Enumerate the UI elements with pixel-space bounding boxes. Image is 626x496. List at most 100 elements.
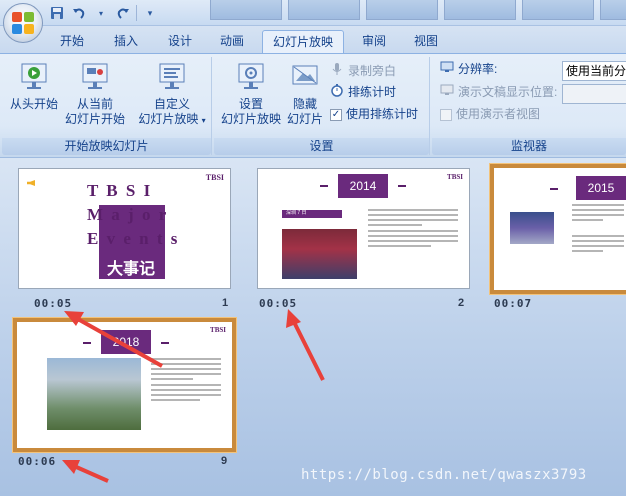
monitor-icon	[440, 60, 454, 80]
slide-9-body-text	[151, 358, 221, 404]
window-tab[interactable]	[600, 0, 626, 20]
slideshow-from-start-icon	[19, 61, 49, 91]
hide-slide-icon	[290, 61, 320, 91]
setup-slideshow-label-2: 幻灯片放映	[220, 112, 281, 126]
dropdown-arrow-icon: ▾	[201, 116, 206, 125]
resolution-select[interactable]: 使用当前分	[562, 61, 626, 81]
tab-view[interactable]: 视图	[404, 30, 448, 53]
show-on-row: 演示文稿显示位置:	[440, 83, 557, 102]
rehearse-timings-label: 排练计时	[348, 85, 397, 99]
group-monitors-label: 监视器	[432, 138, 626, 155]
group-start-slideshow-label: 开始放映幻灯片	[2, 138, 211, 155]
resolution-row: 分辨率:	[440, 60, 497, 79]
slide-3-year: 2015	[587, 181, 615, 195]
slide-thumbnail-9[interactable]: 2018 TBSI	[13, 318, 236, 452]
slide-thumbnail-2[interactable]: 2014 TBSI 深圳 7 日	[257, 168, 470, 289]
tab-insert[interactable]: 插入	[104, 30, 148, 53]
custom-slideshow-button[interactable]: 自定义 幻灯片放映 ▾	[134, 61, 210, 128]
group-monitors: 分辨率: 使用当前分 演示文稿显示位置: 使用演示者视图 监视器	[432, 57, 626, 155]
window-tab[interactable]	[366, 0, 438, 20]
window-tab[interactable]	[288, 0, 360, 20]
from-current-label-2: 幻灯片开始	[64, 112, 125, 126]
microphone-icon	[330, 62, 344, 82]
slide-1-title-line-2: M a j o r	[87, 205, 169, 224]
hide-slide-label-1: 隐藏	[292, 97, 317, 111]
qat-divider	[136, 5, 137, 21]
tbsi-logo: TBSI	[205, 173, 224, 182]
year-dash-left	[550, 188, 558, 190]
office-logo-icon	[12, 12, 34, 34]
resolution-label: 分辨率:	[458, 62, 498, 76]
year-dash-left	[320, 185, 328, 187]
undo-icon[interactable]	[70, 4, 88, 22]
slide-2-timing: 00:05	[259, 297, 298, 310]
record-narration-button[interactable]: 录制旁白	[330, 62, 396, 81]
slide-1-title-line-3: E v e n t s	[87, 229, 180, 248]
custom-slideshow-icon	[157, 61, 187, 91]
slide-9-timing: 00:06	[18, 455, 57, 468]
tbsi-logo: TBSI	[447, 173, 463, 181]
tab-design[interactable]: 设计	[158, 30, 202, 53]
slide-3-body-text	[572, 204, 624, 255]
slide-2-number: 2	[458, 297, 465, 309]
record-narration-label: 录制旁白	[348, 64, 397, 78]
monitor-disabled-icon	[440, 83, 454, 103]
from-current-label-1: 从当前	[76, 97, 113, 111]
slide-1-title-line-1: T B S I	[87, 181, 153, 200]
slide-thumbnail-1[interactable]: TBSI T B S I M a j o r E v e n t s 大事记	[18, 168, 231, 289]
quick-access-toolbar: ▾ ▾	[48, 4, 159, 22]
tab-slide-show[interactable]: 幻灯片放映	[262, 30, 344, 53]
event-photo	[282, 229, 357, 279]
year-dash-right	[398, 185, 406, 187]
group-setup-label: 设置	[214, 138, 429, 155]
checkbox-unchecked-icon	[440, 108, 452, 121]
customize-qat-icon[interactable]: ▾	[141, 4, 159, 22]
presenter-view-checkbox[interactable]: 使用演示者视图	[440, 105, 540, 124]
ribbon-tab-row: 开始 插入 设计 动画 幻灯片放映 审阅 视图	[0, 26, 626, 53]
tab-review[interactable]: 审阅	[352, 30, 396, 53]
group-start-slideshow: 从头开始 从当前 幻灯片开始 自定义 幻灯片放映 ▾ 开始放映幻灯片	[2, 57, 212, 155]
window-tab[interactable]	[522, 0, 594, 20]
sound-icon	[27, 180, 35, 186]
slideshow-from-current-icon	[80, 61, 110, 91]
hide-slide-button[interactable]: 隐藏 幻灯片	[284, 61, 326, 127]
rehearse-timings-button[interactable]: 排练计时	[330, 83, 396, 102]
year-dash-right	[161, 342, 169, 344]
hide-slide-label-2: 幻灯片	[286, 112, 323, 126]
slide-9-number: 9	[221, 455, 228, 467]
slide-1-subtitle: 大事记	[107, 261, 156, 278]
setup-slideshow-icon	[236, 61, 266, 91]
window-tab[interactable]	[210, 0, 282, 20]
from-beginning-label: 从头开始	[9, 97, 58, 111]
year-dash-left	[83, 342, 91, 344]
tab-home[interactable]: 开始	[50, 30, 94, 53]
building-photo	[47, 358, 141, 430]
show-on-label: 演示文稿显示位置:	[458, 85, 558, 99]
tab-animations[interactable]: 动画	[210, 30, 254, 53]
show-on-select[interactable]	[562, 84, 626, 104]
save-icon[interactable]	[48, 4, 66, 22]
presenter-view-label: 使用演示者视图	[456, 107, 541, 121]
setup-slideshow-button[interactable]: 设置 幻灯片放映	[218, 61, 284, 127]
chevron-down-icon[interactable]: ▾	[92, 4, 110, 22]
window-tab[interactable]	[444, 0, 516, 20]
slide-thumbnail-3[interactable]: 2015	[490, 164, 626, 294]
slide-2-body-text	[368, 209, 458, 250]
slide-3-timing: 00:07	[494, 297, 533, 310]
event-photo	[510, 212, 554, 244]
from-current-button[interactable]: 从当前 幻灯片开始	[62, 61, 128, 127]
taskbar-windows	[210, 0, 626, 20]
slide-2-tag-text: 深圳 7 日	[286, 210, 307, 216]
ribbon: 从头开始 从当前 幻灯片开始 自定义 幻灯片放映 ▾ 开始放映幻灯片 设置 幻灯…	[0, 53, 626, 158]
from-beginning-button[interactable]: 从头开始	[4, 61, 64, 112]
use-rehearsed-timings-checkbox[interactable]: ✓ 使用排练计时	[330, 105, 418, 124]
tbsi-logo: TBSI	[210, 326, 226, 334]
office-button[interactable]	[3, 3, 43, 43]
redo-icon[interactable]	[114, 4, 132, 22]
slide-1-number: 1	[222, 297, 229, 309]
setup-slideshow-label-1: 设置	[238, 97, 263, 111]
slide-9-year: 2018	[112, 335, 140, 349]
checkbox-checked-icon: ✓	[330, 108, 342, 121]
custom-slideshow-label-1: 自定义	[153, 97, 190, 111]
title-bar: ▾ ▾	[0, 0, 626, 26]
